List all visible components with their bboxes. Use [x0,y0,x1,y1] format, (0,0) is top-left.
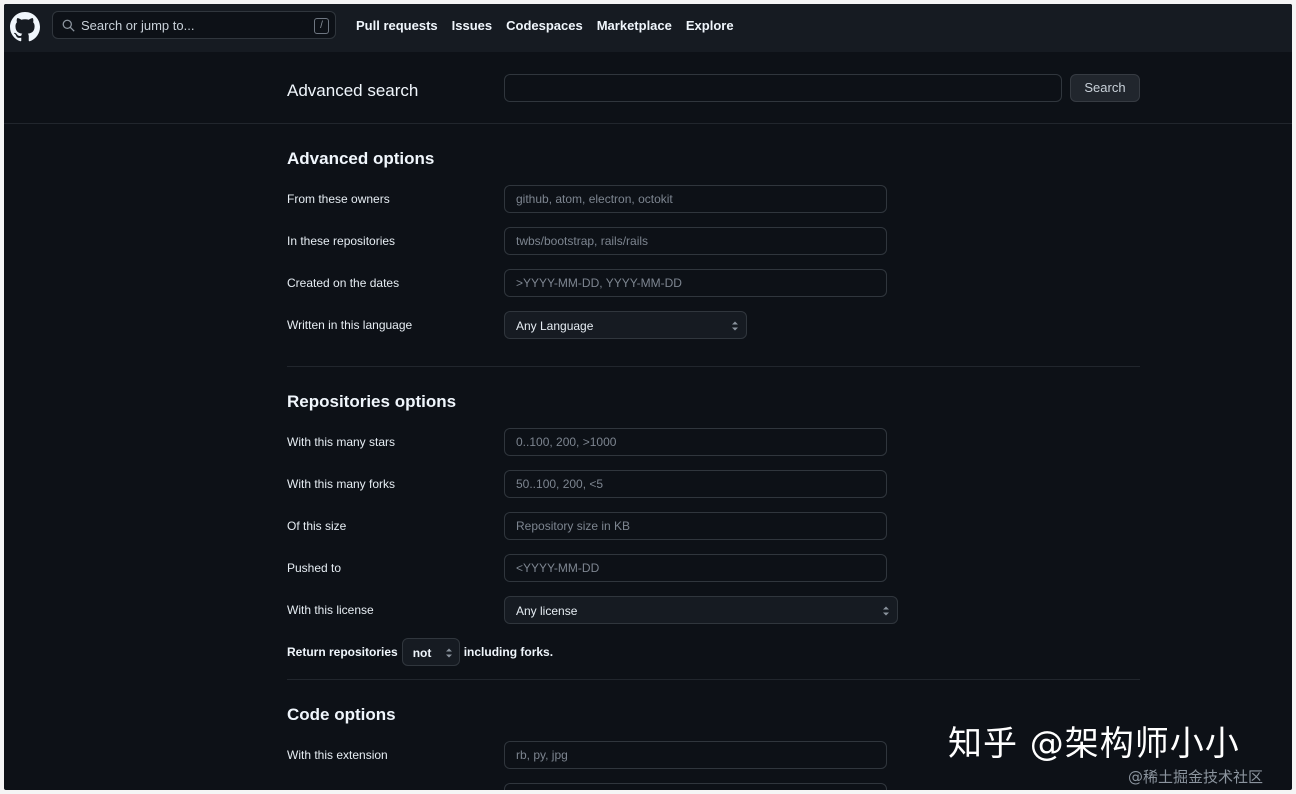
zhihu-watermark: 知乎 @架构师小小 [948,724,1240,764]
forks-inclusion-value: not [412,646,432,660]
nav-marketplace[interactable]: Marketplace [597,18,672,33]
repositories-input[interactable]: twbs/bootstrap, rails/rails [504,227,887,255]
section-divider [287,366,1140,367]
forks-row-prefix: Return repositories [287,645,398,659]
license-label: With this license [287,603,374,617]
stars-input[interactable]: 0..100, 200, >1000 [504,428,887,456]
global-search-input[interactable]: Search or jump to... / [52,11,336,39]
owners-label: From these owners [287,192,390,206]
extension-input[interactable]: rb, py, jpg [504,741,887,769]
advanced-options-heading: Advanced options [287,149,435,168]
size-label: Of this size [287,519,347,533]
license-select[interactable]: Any license [504,596,898,624]
forks-inclusion-select[interactable]: not [401,638,460,666]
advanced-search-input[interactable] [504,74,1062,102]
top-navigation-bar: Search or jump to... / Pull requests Iss… [4,4,1292,52]
dates-label: Created on the dates [287,276,400,290]
slash-key-hint: / [314,18,329,34]
main-nav: Pull requests Issues Codespaces Marketpl… [356,18,734,33]
select-arrows-icon [445,648,452,658]
language-label: Written in this language [287,318,413,332]
nav-issues[interactable]: Issues [452,18,492,33]
dates-input[interactable]: >YYYY-MM-DD, YYYY-MM-DD [504,269,887,297]
juejin-watermark: @稀土掘金技术社区 [1128,768,1264,786]
pushed-input[interactable]: <YYYY-MM-DD [504,554,887,582]
license-select-value: Any license [516,604,578,618]
owners-input[interactable]: github, atom, electron, octokit [504,185,887,213]
section-divider [287,679,1140,680]
forks-input[interactable]: 50..100, 200, <5 [504,470,887,498]
forks-inclusion-row: Return repositories not including forks. [287,638,553,666]
select-arrows-icon [732,321,738,331]
global-search-placeholder: Search or jump to... [81,18,195,33]
size-input[interactable]: Repository size in KB [504,512,887,540]
search-icon [62,19,75,32]
repositories-label: In these repositories [287,234,396,248]
pushed-label: Pushed to [287,561,342,575]
nav-pull-requests[interactable]: Pull requests [356,18,438,33]
nav-codespaces[interactable]: Codespaces [506,18,583,33]
next-option-input[interactable] [504,783,887,790]
github-logo-icon[interactable] [10,12,40,42]
language-select[interactable]: Any Language [504,311,747,339]
select-arrows-icon [883,606,889,616]
repositories-options-heading: Repositories options [287,392,457,411]
page-title: Advanced search [287,81,419,100]
extension-label: With this extension [287,748,388,762]
search-button[interactable]: Search [1070,74,1140,102]
forks-label: With this many forks [287,477,396,491]
stars-label: With this many stars [287,435,396,449]
page-frame: Search or jump to... / Pull requests Iss… [4,4,1292,790]
nav-explore[interactable]: Explore [686,18,734,33]
advanced-search-row: Advanced search Search [4,52,1292,124]
code-options-heading: Code options [287,705,396,724]
forks-row-suffix: including forks. [463,645,554,659]
language-select-value: Any Language [516,319,594,333]
